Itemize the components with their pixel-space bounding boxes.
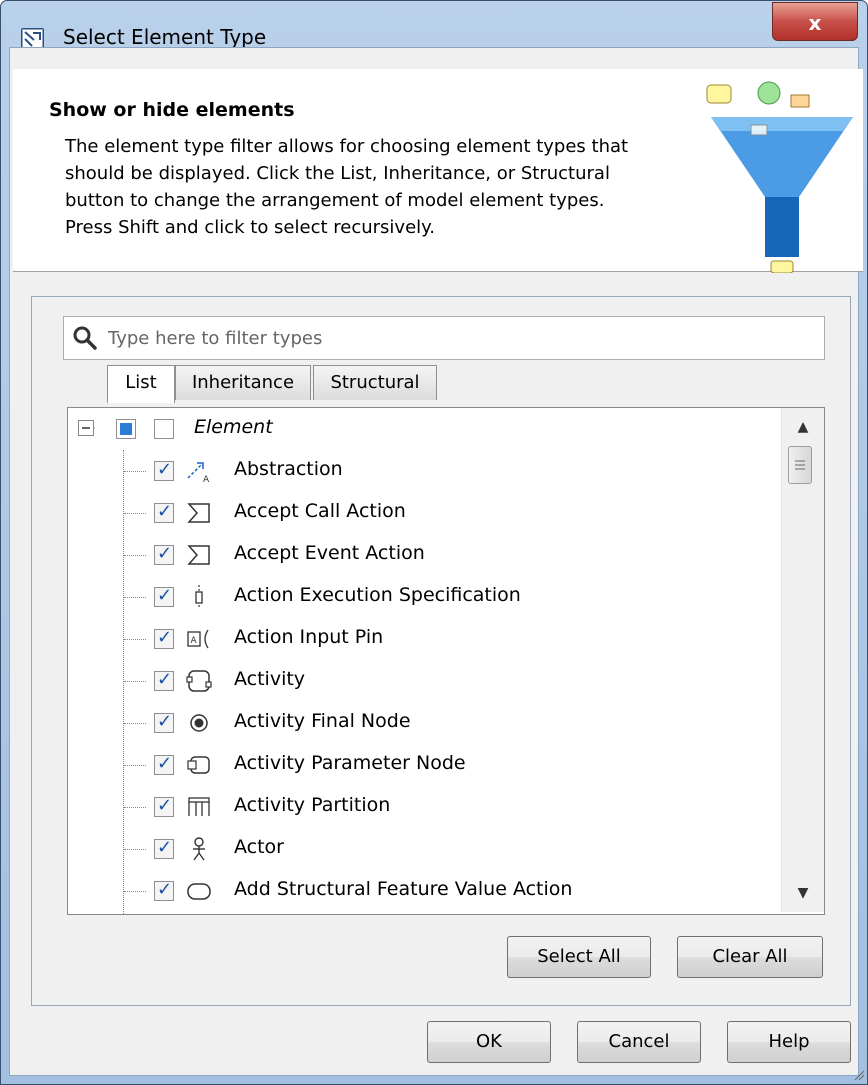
title-bar[interactable]: Select Element Type x (1, 1, 867, 51)
dialog-window: Select Element Type x Show or hide eleme… (0, 0, 868, 1085)
checkbox-add-structural-feature-value-action[interactable] (154, 879, 174, 901)
tree-connector (124, 639, 146, 640)
search-input[interactable] (108, 321, 808, 355)
tree-item-label: Abstraction (234, 458, 343, 480)
tree-item-label: Action Input Pin (234, 626, 384, 648)
activity-parameter-node-icon (187, 756, 210, 774)
funnel-icon (706, 81, 853, 273)
checkbox-accept-event-action[interactable] (154, 543, 174, 565)
tree-scrollbar[interactable]: ▲ ▼ (781, 408, 824, 912)
scroll-thumb[interactable] (788, 446, 812, 484)
activity-partition-icon (188, 797, 210, 816)
scroll-down-arrow-icon[interactable]: ▼ (782, 874, 824, 912)
tree-item-label: Add Structural Feature Value Action (234, 878, 573, 900)
tree-connector (124, 723, 146, 724)
help-button[interactable]: Help (727, 1021, 851, 1063)
tree-connector (124, 765, 146, 766)
close-icon: x (808, 11, 822, 35)
tree-item-label: Accept Event Action (234, 542, 425, 564)
tab-inheritance[interactable]: Inheritance (175, 365, 311, 400)
header-panel: Show or hide elements The element type f… (13, 69, 863, 273)
accept-event-action-icon (187, 545, 210, 565)
tree-item-label: Actor (234, 836, 284, 858)
tree-connector (124, 471, 146, 472)
tree-row-action-input-pin[interactable]: A Action Input Pin (68, 618, 784, 660)
tree-row-actor[interactable]: Actor (68, 828, 784, 870)
tree-item-label: Activity Partition (234, 794, 391, 816)
tree-row-add-structural-feature-value-action[interactable]: Add Structural Feature Value Action (68, 870, 784, 912)
ok-button[interactable]: OK (427, 1021, 551, 1063)
resize-grip-icon[interactable] (853, 1069, 865, 1081)
tree-connector (124, 555, 146, 556)
checkbox-activity-final-node[interactable] (154, 711, 174, 733)
tree-item-label: Activity Final Node (234, 710, 411, 732)
tree-connector (124, 681, 146, 682)
scroll-up-arrow-icon[interactable]: ▲ (782, 408, 824, 446)
action-input-pin-icon: A (187, 629, 209, 649)
checkbox-activity-parameter-node[interactable] (154, 753, 174, 775)
root-icon-box (154, 419, 174, 439)
close-button[interactable]: x (772, 2, 858, 41)
tree-connector (124, 513, 146, 514)
checkbox-accept-call-action[interactable] (154, 501, 174, 523)
tree-item-label: Activity (234, 668, 306, 690)
tree-root-label: Element (194, 416, 273, 438)
tree-row-accept-call-action[interactable]: Accept Call Action (68, 492, 784, 534)
tree-row-activity[interactable]: Activity (68, 660, 784, 702)
add-structural-feature-value-action-icon (187, 883, 211, 900)
tree-connector (124, 807, 146, 808)
header-title: Show or hide elements (49, 99, 295, 121)
abstraction-icon: A (187, 462, 210, 484)
tree-row-activity-final-node[interactable]: Activity Final Node (68, 702, 784, 744)
accept-call-action-icon (187, 503, 210, 523)
checkbox-action-execution-specification[interactable] (154, 585, 174, 607)
svg-text:A: A (203, 475, 210, 484)
clear-all-button[interactable]: Clear All (677, 936, 823, 978)
action-execution-specification-icon (195, 585, 203, 609)
tab-inheritance-label: Inheritance (191, 372, 295, 393)
checkbox-activity-partition[interactable] (154, 795, 174, 817)
collapse-icon[interactable] (78, 420, 96, 438)
search-icon (73, 326, 97, 350)
search-box[interactable] (63, 316, 825, 360)
cancel-button[interactable]: Cancel (577, 1021, 701, 1063)
tree-row-action-execution-specification[interactable]: Action Execution Specification (68, 576, 784, 618)
activity-icon (186, 670, 212, 692)
partial-check-indicator (120, 423, 132, 435)
tree-item-label: Activity Parameter Node (234, 752, 466, 774)
select-all-button[interactable]: Select All (507, 936, 651, 978)
tree-row-abstraction[interactable]: A Abstraction (68, 450, 784, 492)
tree-root-row[interactable]: Element (68, 408, 784, 450)
element-type-tree[interactable]: Element A Abstraction Accept Call Action (67, 407, 825, 915)
tree-connector (124, 597, 146, 598)
tree-item-label: Accept Call Action (234, 500, 406, 522)
tree-connector (124, 849, 146, 850)
tree-connector (124, 891, 146, 892)
tree-row-accept-event-action[interactable]: Accept Event Action (68, 534, 784, 576)
tab-structural[interactable]: Structural (313, 365, 437, 400)
svg-text:A: A (191, 636, 198, 646)
activity-final-node-icon (190, 714, 208, 732)
checkbox-abstraction[interactable] (154, 459, 174, 481)
tab-structural-label: Structural (330, 372, 420, 393)
root-checkbox[interactable] (116, 419, 136, 439)
tab-list-label: List (125, 372, 157, 393)
tree-row-activity-partition[interactable]: Activity Partition (68, 786, 784, 828)
checkbox-actor[interactable] (154, 837, 174, 859)
tab-list[interactable]: List (107, 365, 175, 403)
tree-row-activity-parameter-node[interactable]: Activity Parameter Node (68, 744, 784, 786)
grip-icon (795, 460, 805, 470)
checkbox-activity[interactable] (154, 669, 174, 691)
window-title: Select Element Type (63, 25, 267, 49)
header-description: The element type filter allows for choos… (65, 136, 629, 238)
tree-item-label: Action Execution Specification (234, 584, 521, 606)
checkbox-action-input-pin[interactable] (154, 627, 174, 649)
actor-icon (193, 837, 205, 861)
